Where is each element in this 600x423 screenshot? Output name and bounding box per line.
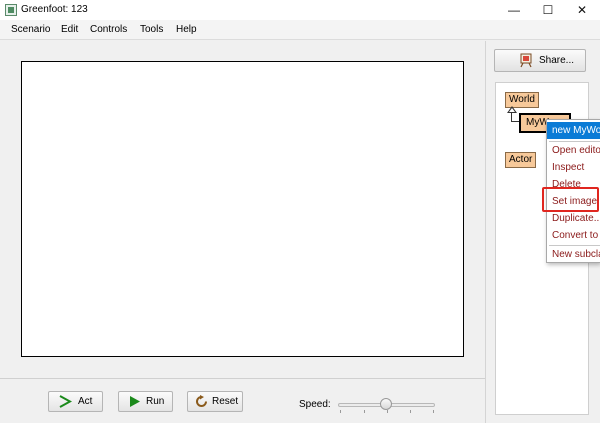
speed-slider-thumb[interactable] <box>380 398 392 410</box>
menu-edit[interactable]: Edit <box>61 24 78 35</box>
act-arrow-icon <box>59 395 72 408</box>
reset-button[interactable]: Reset <box>187 391 243 412</box>
menu-controls[interactable]: Controls <box>90 24 127 35</box>
menu-item-duplicate[interactable]: Duplicate... <box>547 210 600 227</box>
speed-tick <box>364 410 365 413</box>
menu-bar: Scenario Edit Controls Tools Help <box>0 20 600 40</box>
menu-item-convert-to[interactable]: Convert to <box>547 227 600 244</box>
minimize-button[interactable]: — <box>497 0 531 20</box>
reset-button-label: Reset <box>212 396 239 407</box>
menu-tools[interactable]: Tools <box>140 24 163 35</box>
world-canvas[interactable] <box>21 61 464 357</box>
close-button[interactable]: ✕ <box>565 0 599 20</box>
menu-scenario[interactable]: Scenario <box>11 24 50 35</box>
speed-tick <box>340 410 341 413</box>
maximize-button[interactable]: ☐ <box>531 0 565 20</box>
inheritance-line <box>511 121 519 122</box>
class-actor[interactable]: Actor <box>505 152 537 168</box>
act-button-label: Act <box>78 396 93 407</box>
greenfoot-app-icon <box>5 4 17 16</box>
run-button[interactable]: Run <box>118 391 173 412</box>
menu-help[interactable]: Help <box>176 24 197 35</box>
share-button-label: Share... <box>539 55 575 66</box>
menu-item-open-editor[interactable]: Open editor <box>547 142 600 159</box>
share-easel-icon <box>520 53 532 68</box>
inheritance-arrow-icon <box>507 106 517 113</box>
act-button[interactable]: Act <box>48 391 103 412</box>
window-title: Greenfoot: 123 <box>21 4 88 15</box>
speed-tick <box>433 410 434 413</box>
share-button[interactable]: Share... <box>494 49 586 72</box>
reset-refresh-icon <box>196 395 207 407</box>
menu-item-new-myworld[interactable]: new MyWorld() <box>547 122 600 139</box>
run-button-label: Run <box>146 396 165 407</box>
menu-item-inspect[interactable]: Inspect <box>547 159 600 176</box>
speed-tick <box>387 410 388 413</box>
menu-item-new-subclass[interactable]: New subclass... <box>547 246 600 262</box>
speed-label: Speed: <box>299 399 331 410</box>
speed-tick <box>410 410 411 413</box>
highlight-annotation <box>542 187 599 212</box>
title-bar: Greenfoot: 123 — ☐ ✕ <box>0 0 600 20</box>
run-play-icon <box>130 396 140 407</box>
